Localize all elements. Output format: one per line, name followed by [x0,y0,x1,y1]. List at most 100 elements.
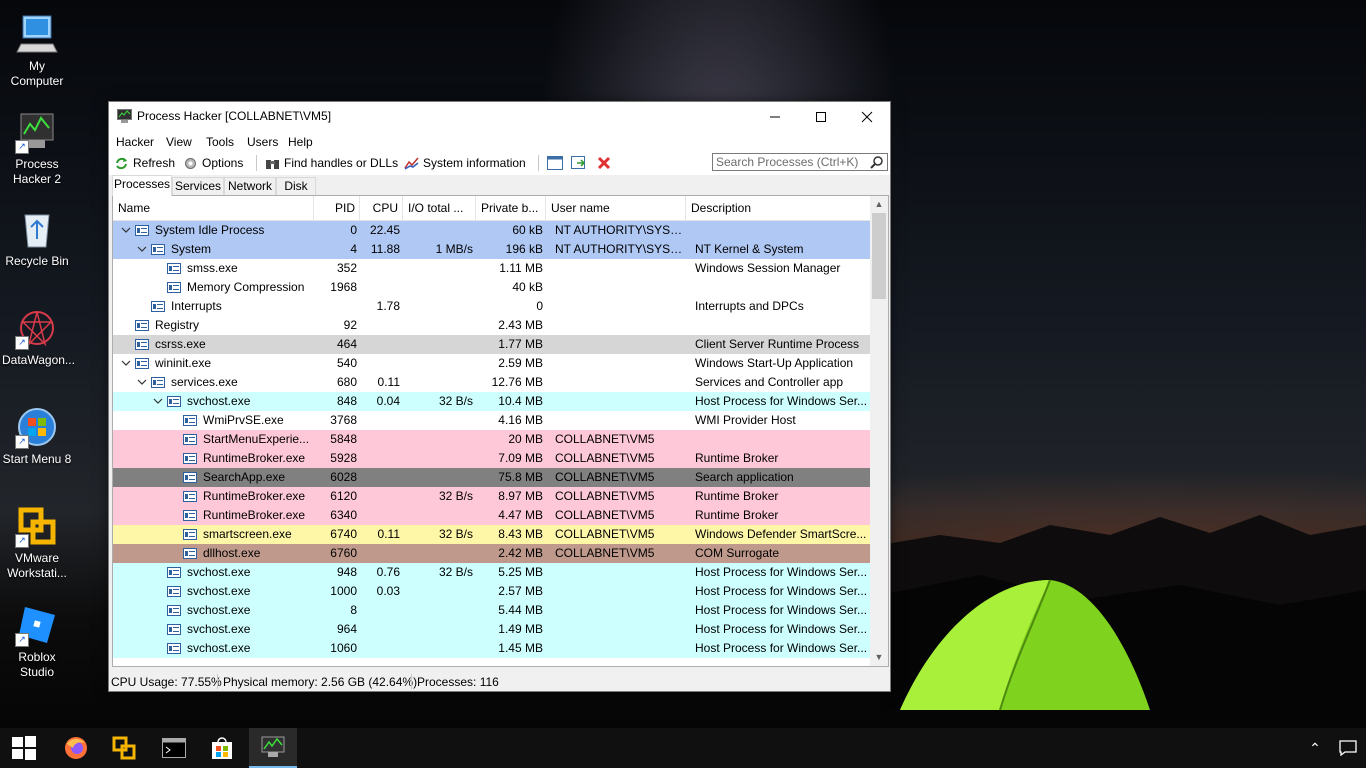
tab-processes[interactable]: Processes [112,175,172,196]
window-go-button[interactable] [571,154,591,172]
chevron-down-icon[interactable] [121,221,133,240]
table-row[interactable]: RuntimeBroker.exe 5928 7.09 MB COLLABNET\VM… [113,449,870,468]
column-header-io-total[interactable]: I/O total ... [403,196,476,220]
refresh-button[interactable]: Refresh [114,154,175,172]
column-header-description[interactable]: Description [686,196,870,220]
table-row[interactable]: Interrupts 1.78 0 Interrupts and DPCs [113,297,870,316]
process-user-name [546,639,686,658]
table-row[interactable]: RuntimeBroker.exe 6340 4.47 MB COLLABNET\VM… [113,506,870,525]
close-button[interactable] [844,102,890,131]
table-row[interactable]: svchost.exe 1000 0.03 2.57 MB Host Process f… [113,582,870,601]
maximize-button[interactable] [798,102,844,131]
system-tray: ⌃ [1300,728,1366,768]
column-header-pid[interactable]: PID [314,196,360,220]
table-row[interactable]: wininit.exe 540 2.59 MB Windows Start-Up Ap… [113,354,870,373]
vertical-scrollbar[interactable]: ▲ ▼ [870,196,888,666]
menu-tools[interactable]: Tools [206,135,234,149]
process-io-total [403,316,476,335]
desktop-icon-process-hacker[interactable]: ↗ Process Hacker 2 [2,110,72,187]
process-cpu [360,335,403,354]
find-handles-button[interactable]: Find handles or DLLs [265,154,398,172]
desktop-icon-roblox-studio[interactable]: ↗ Roblox Studio [2,603,72,680]
process-icon [167,567,181,578]
process-user-name: NT AUTHORITY\SYSTEM [555,242,686,256]
table-row[interactable]: SearchApp.exe 6028 75.8 MB COLLABNET\VM5 Sea… [113,468,870,487]
process-cpu: 0.04 [376,394,400,408]
process-private-bytes: 0 [536,299,543,313]
column-header-private-bytes[interactable]: Private b... [476,196,546,220]
table-row[interactable]: dllhost.exe 6760 2.42 MB COLLABNET\VM5 COM S… [113,544,870,563]
process-name: svchost.exe [187,622,251,636]
table-row[interactable]: smartscreen.exe 6740 0.11 32 B/s 8.43 MB COLL… [113,525,870,544]
menu-help[interactable]: Help [288,135,313,149]
window-view-button[interactable] [547,154,567,172]
table-row[interactable]: WmiPrvSE.exe 3768 4.16 MB WMI Provider Host [113,411,870,430]
search-icon[interactable] [870,155,884,169]
taskbar-store[interactable] [198,728,246,768]
system-information-button[interactable]: System information [404,154,526,172]
chevron-down-icon[interactable] [121,354,133,373]
scrollbar-thumb[interactable] [872,213,886,299]
table-row[interactable]: Registry 92 2.43 MB [113,316,870,335]
table-row[interactable]: Memory Compression 1968 40 kB [113,278,870,297]
table-row[interactable]: System 4 11.88 1 MB/s 196 kB NT AUTHORITY\SYS… [113,240,870,259]
options-button[interactable]: Options [183,154,243,172]
table-row[interactable]: svchost.exe 948 0.76 32 B/s 5.25 MB Host Proc… [113,563,870,582]
notification-icon[interactable] [1339,740,1357,756]
desktop-icon-my-computer[interactable]: My Computer [2,12,72,89]
table-row[interactable]: svchost.exe 8 5.44 MB Host Process for Wind… [113,601,870,620]
menu-view[interactable]: View [166,135,192,149]
column-header-cpu[interactable]: CPU [360,196,403,220]
process-pid: 6340 [330,508,357,522]
table-row[interactable]: StartMenuExperie... 5848 20 MB COLLABNET\VM… [113,430,870,449]
table-row[interactable]: svchost.exe 848 0.04 32 B/s 10.4 MB Host Proc… [113,392,870,411]
tab-services[interactable]: Services [172,177,224,195]
chevron-down-icon[interactable] [137,240,149,259]
table-row[interactable]: svchost.exe 964 1.49 MB Host Process for Wi… [113,620,870,639]
process-description: WMI Provider Host [695,413,796,427]
process-name: WmiPrvSE.exe [203,413,284,427]
process-cpu: 1.78 [376,299,400,313]
tab-network[interactable]: Network [224,177,276,195]
table-row[interactable]: csrss.exe 464 1.77 MB Client Server Runtime… [113,335,870,354]
taskbar-terminal[interactable] [150,728,198,768]
process-io-total: 32 B/s [438,565,473,579]
process-name-cell: csrss.exe [113,335,314,354]
table-row[interactable]: System Idle Process 0 22.45 60 kB NT AUTHORI… [113,221,870,240]
taskbar-firefox[interactable] [52,728,100,768]
desktop-icon-datawagon[interactable]: ↗ DataWagon... [2,306,75,368]
table-row[interactable]: svchost.exe 1060 1.45 MB Host Process for W… [113,639,870,658]
terminate-button[interactable] [597,154,615,172]
chevron-up-icon[interactable]: ⌃ [1309,740,1321,757]
table-row[interactable]: smss.exe 352 1.11 MB Windows Session Manage… [113,259,870,278]
desktop-icon-start-menu-8[interactable]: ↗ Start Menu 8 [2,405,72,467]
table-row[interactable]: services.exe 680 0.11 12.76 MB Services and … [113,373,870,392]
scroll-up-icon[interactable]: ▲ [870,196,888,213]
menu-users[interactable]: Users [247,135,278,149]
search-processes-input[interactable]: Search Processes (Ctrl+K) [712,153,888,171]
scroll-down-icon[interactable]: ▼ [870,649,888,666]
start-button[interactable] [0,728,48,768]
process-io-total [403,468,476,487]
process-io-total: 32 B/s [438,527,473,541]
taskbar-process-hacker[interactable] [249,728,297,768]
table-row[interactable]: RuntimeBroker.exe 6120 32 B/s 8.97 MB COLLAB… [113,487,870,506]
menu-hacker[interactable]: Hacker [116,135,154,149]
process-name-cell: services.exe [113,373,314,392]
desktop-icon-vmware[interactable]: ↗ VMware Workstati... [2,504,72,581]
process-icon [183,548,197,559]
window-titlebar[interactable]: Process Hacker [COLLABNET\VM5] [109,102,890,131]
taskbar-vmware[interactable] [100,728,148,768]
minimize-button[interactable] [752,102,798,131]
column-header-user-name[interactable]: User name [546,196,686,220]
chevron-down-icon[interactable] [153,392,165,411]
process-description: Host Process for Windows Ser... [695,565,868,579]
process-description: Host Process for Windows Ser... [695,641,868,655]
process-io-total [403,544,476,563]
desktop-icon-recycle-bin[interactable]: Recycle Bin [2,207,72,269]
column-header-name[interactable]: Name [113,196,314,220]
tab-disk[interactable]: Disk [276,177,316,195]
chevron-down-icon[interactable] [137,373,149,392]
process-name: SearchApp.exe [203,470,286,484]
process-hacker-window: Process Hacker [COLLABNET\VM5] Hacker Vi… [108,101,891,692]
